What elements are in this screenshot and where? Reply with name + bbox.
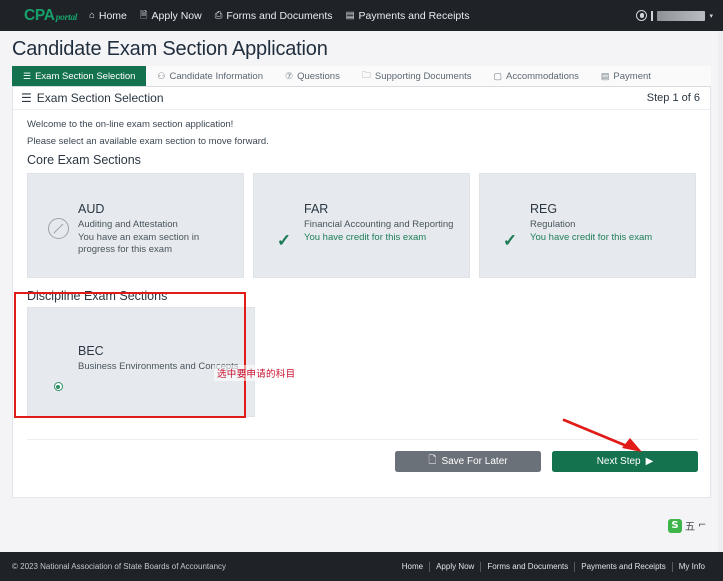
application-window: CPA portal ⌂ Home 🗎 Apply Now ⎙ Forms and… (0, 0, 723, 581)
exam-card-far-mark: ✓ (264, 202, 304, 249)
exam-card-bec[interactable]: BEC Business Environments and Concepts (27, 307, 255, 417)
tab-accommodations-label: Accommodations (506, 70, 579, 82)
tab-payment-label: Payment (613, 70, 651, 82)
sogou-ime-indicator[interactable]: S 五 ⌐ (668, 518, 706, 533)
tab-supporting-documents-label: Supporting Documents (374, 70, 472, 82)
intro-block: Welcome to the on-line exam section appl… (13, 110, 710, 167)
tab-accommodations[interactable]: ▢ Accommodations (483, 66, 590, 86)
nav-item-payments-label: Payments and Receipts (358, 9, 470, 22)
question-circle-icon: ⑦ (284, 70, 294, 81)
nav-item-forms-label: Forms and Documents (226, 9, 333, 22)
payments-icon: ▤ (345, 9, 355, 21)
list-icon: ☰ (21, 91, 32, 105)
person-icon: ⚇ (157, 70, 166, 81)
wizard-tab-bar: ☰ Exam Section Selection ⚇ Candidate Inf… (12, 66, 711, 87)
exam-card-aud-name: Auditing and Attestation (78, 219, 178, 230)
radio-button-bec[interactable] (53, 382, 63, 391)
intro-line-2: Please select an available exam section … (27, 136, 269, 147)
account-name-redacted (657, 10, 706, 21)
exam-card-far: ✓ FAR Financial Accounting and Reporting… (253, 173, 470, 278)
exam-card-far-status: You have credit for this exam (304, 231, 427, 243)
clipboard-icon: ▢ (493, 70, 503, 81)
exam-card-far-code: FAR (304, 202, 329, 216)
page-footer: © 2023 National Association of State Boa… (0, 552, 723, 581)
no-entry-icon (47, 218, 69, 239)
account-name-divider (651, 10, 654, 21)
check-icon: ✓ (276, 231, 292, 250)
action-button-row: 🗋 Save For Later Next Step ▶ (13, 451, 712, 472)
core-exam-sections-heading: Core Exam Sections (27, 153, 141, 167)
exam-card-far-name: Financial Accounting and Reporting (304, 219, 454, 230)
card-icon: ▤ (600, 70, 610, 81)
exam-card-reg-status: You have credit for this exam (530, 231, 653, 243)
exam-card-reg-mark: ✓ (490, 202, 530, 249)
nav-item-apply-now-label: Apply Now (151, 9, 202, 22)
save-for-later-button[interactable]: 🗋 Save For Later (395, 451, 541, 472)
exam-card-aud: AUD Auditing and Attestation You have an… (27, 173, 244, 278)
intro-line-1: Welcome to the on-line exam section appl… (27, 119, 234, 130)
nav-item-apply-now[interactable]: 🗎 Apply Now (140, 10, 202, 22)
tab-questions[interactable]: ⑦ Questions (274, 66, 351, 86)
list-icon: ☰ (23, 70, 32, 81)
actions-divider (27, 439, 698, 440)
page-title: Candidate Exam Section Application (12, 38, 328, 60)
account-menu[interactable]: ▾ (636, 0, 713, 31)
nav-item-home[interactable]: ⌂ Home (89, 10, 127, 22)
ime-mode-label[interactable]: 五 (685, 518, 695, 533)
step-indicator: Step 1 of 6 (646, 92, 700, 104)
save-icon: 🗋 (428, 455, 437, 466)
cpa-portal-logo[interactable]: CPA portal (24, 7, 77, 25)
discipline-exam-sections-heading: Discipline Exam Sections (27, 289, 168, 303)
exam-card-reg-code: REG (530, 202, 558, 216)
arrow-right-icon: ▶ (645, 456, 654, 467)
top-navigation-bar: CPA portal ⌂ Home 🗎 Apply Now ⎙ Forms and… (0, 0, 723, 31)
folder-icon: 🗀 (361, 70, 371, 80)
nav-item-payments-and-receipts[interactable]: ▤ Payments and Receipts (346, 10, 470, 22)
core-exam-section-cards: AUD Auditing and Attestation You have an… (13, 173, 710, 278)
tab-candidate-information[interactable]: ⚇ Candidate Information (146, 66, 274, 86)
ime-extra-icon[interactable]: ⌐ (698, 520, 706, 531)
nav-item-home-label: Home (98, 9, 127, 22)
footer-link-home[interactable]: Home (396, 562, 429, 571)
exam-card-bec-code: BEC (78, 344, 104, 358)
save-for-later-label: Save For Later (441, 456, 508, 467)
footer-link-payments-and-receipts[interactable]: Payments and Receipts (575, 562, 672, 571)
tab-candidate-information-label: Candidate Information (169, 70, 263, 82)
logo-text-cpa: CPA (24, 6, 55, 24)
footer-link-list: Home Apply Now Forms and Documents Payme… (396, 561, 711, 572)
exam-card-reg-name: Regulation (530, 219, 576, 230)
discipline-exam-section-cards: BEC Business Environments and Concepts (13, 307, 710, 417)
panel-header: ☰ Exam Section Selection Step 1 of 6 (13, 87, 710, 110)
exam-card-reg: ✓ REG Regulation You have credit for thi… (479, 173, 696, 278)
forms-icon: ⎙ (214, 9, 223, 21)
nav-item-forms-and-documents[interactable]: ⎙ Forms and Documents (215, 10, 333, 22)
tab-questions-label: Questions (297, 70, 340, 82)
footer-link-my-info[interactable]: My Info (673, 562, 711, 571)
exam-card-aud-mark (38, 202, 78, 239)
tab-exam-section-selection[interactable]: ☰ Exam Section Selection (12, 66, 147, 86)
footer-link-apply-now[interactable]: Apply Now (430, 562, 480, 571)
tab-exam-section-selection-label: Exam Section Selection (35, 70, 136, 82)
page-scrollbar[interactable] (718, 31, 723, 552)
tab-supporting-documents[interactable]: 🗀 Supporting Documents (351, 66, 483, 86)
footer-copyright: © 2023 National Association of State Boa… (12, 562, 227, 571)
logo-text-portal: portal (55, 12, 78, 23)
exam-section-selection-panel: ☰ Exam Section Selection Step 1 of 6 Wel… (12, 87, 711, 498)
footer-link-forms-and-documents[interactable]: Forms and Documents (481, 562, 574, 571)
check-icon: ✓ (502, 231, 518, 250)
annotation-chinese-note: 选中要申请的科目 (214, 365, 299, 381)
user-avatar-icon (636, 10, 648, 21)
next-step-label: Next Step (596, 456, 641, 467)
sogou-logo-icon[interactable]: S (668, 518, 682, 533)
exam-card-aud-status: You have an exam section in progress for… (78, 231, 200, 256)
chevron-down-icon[interactable]: ▾ (709, 12, 713, 20)
home-icon: ⌂ (89, 9, 95, 21)
exam-card-aud-code: AUD (78, 202, 105, 216)
tab-payment[interactable]: ▤ Payment (590, 66, 662, 86)
document-icon: 🗎 (139, 9, 148, 21)
next-step-button[interactable]: Next Step ▶ (552, 451, 698, 472)
exam-card-bec-mark[interactable] (38, 344, 78, 391)
panel-header-title: Exam Section Selection (36, 91, 164, 105)
